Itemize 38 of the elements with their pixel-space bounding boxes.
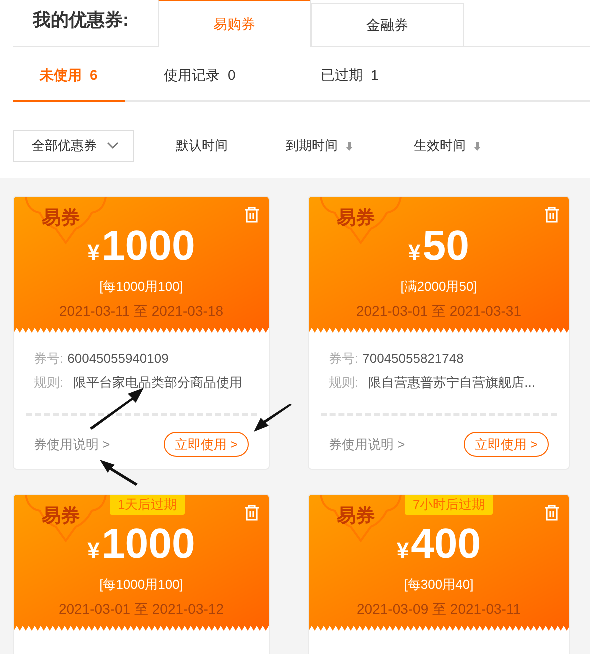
- field-label: 规则:: [329, 374, 359, 392]
- sort-option[interactable]: 到期时间: [286, 136, 414, 156]
- delete-icon[interactable]: [545, 505, 559, 521]
- coupon-number: 60045055940109: [68, 350, 169, 368]
- validity-period: 2021-03-01 至 2021-03-31: [356, 302, 522, 320]
- coupon-condition: [每1000用100]: [100, 576, 184, 594]
- field-label: 券号:: [34, 350, 64, 368]
- validity-period: 2021-03-01 至 2021-03-12: [58, 600, 224, 618]
- coupon-amount: ¥50: [408, 225, 470, 267]
- field-label: 券号:: [329, 350, 359, 368]
- coupon-number: 70045055821748: [362, 350, 464, 368]
- expiry-tag: 1天后过期: [110, 495, 186, 515]
- status-tab[interactable]: 使用记录 0: [125, 47, 275, 102]
- annotation-arrow: [100, 460, 138, 486]
- coupon-rule: 限平台家电品类部分商品使用: [74, 374, 243, 392]
- coupon-filter-dropdown[interactable]: 全部优惠券: [13, 130, 134, 162]
- expiry-tag: 7小时后过期: [405, 495, 494, 515]
- usage-info-link[interactable]: 券使用说明 >: [329, 434, 406, 454]
- sort-option[interactable]: 默认时间: [176, 136, 286, 156]
- status-tab[interactable]: 已过期 1: [275, 47, 425, 102]
- annotation-arrow: [88, 388, 144, 430]
- delete-icon[interactable]: [245, 207, 259, 223]
- coupon-condition: [满2000用50]: [400, 278, 478, 296]
- page-title: 我的优惠券:: [32, 9, 130, 32]
- delete-icon[interactable]: [545, 207, 559, 223]
- chevron-down-icon: [107, 142, 119, 150]
- sort-option[interactable]: 生效时间: [414, 136, 524, 156]
- field-label: 规则:: [34, 374, 64, 392]
- coupon-rule: 限自营惠普苏宁自营旗舰店...: [368, 374, 536, 392]
- coupon-badge: 易券: [317, 197, 405, 247]
- validity-period: 2021-03-09 至 2021-03-11: [357, 600, 521, 618]
- validity-period: 2021-03-11 至 2021-03-18: [60, 302, 224, 320]
- coupon-condition: [每300用40]: [404, 576, 474, 594]
- coupon-tab[interactable]: 金融券: [311, 3, 464, 47]
- usage-info-link[interactable]: 券使用说明 >: [34, 434, 110, 454]
- delete-icon[interactable]: [245, 505, 259, 521]
- coupon-condition: [每1000用100]: [100, 278, 184, 296]
- annotation-arrow: [254, 404, 292, 432]
